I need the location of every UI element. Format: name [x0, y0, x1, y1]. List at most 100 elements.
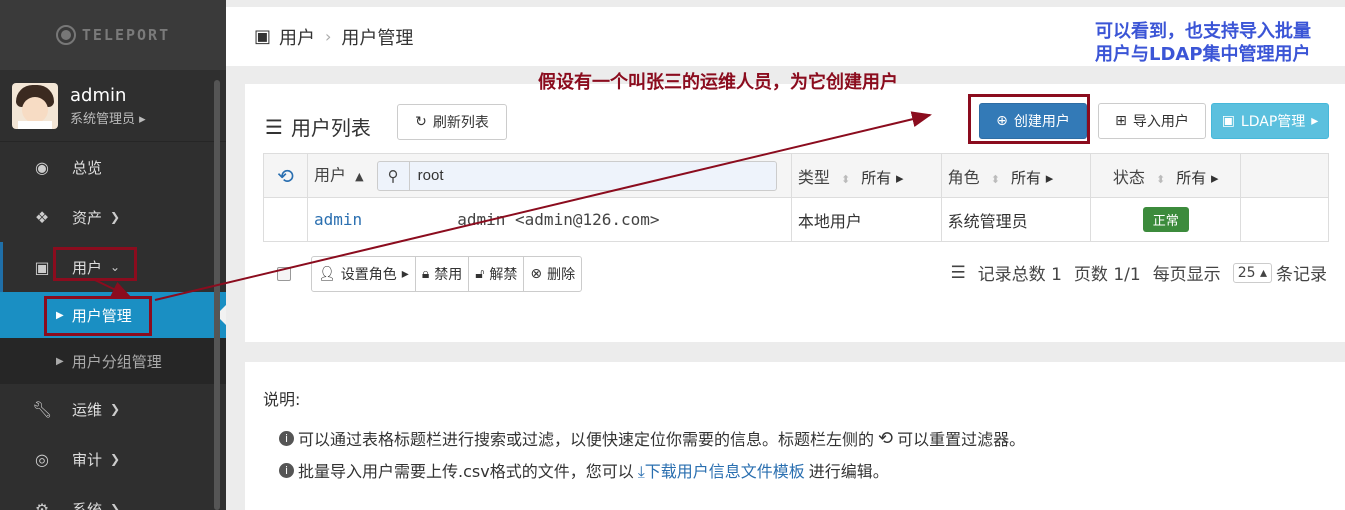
help-title: 说明: [263, 390, 301, 409]
info-icon: i [279, 430, 294, 446]
annotation-import-ldap: 可以看到，也支持导入批量用户与LDAP集中管理用户 [1095, 21, 1311, 65]
column-status: 状态 ⬍ 所有 ▸ [1090, 153, 1242, 198]
breadcrumb-separator: › [325, 27, 332, 46]
column-status-label[interactable]: 状态 [1113, 168, 1145, 187]
gear-icon: ⚙ [34, 499, 50, 510]
plus-square-icon: ⊞ [1115, 113, 1127, 129]
user-search-box: ⚲ [376, 160, 777, 191]
address-card-icon: ▣ [34, 257, 50, 277]
set-role-button[interactable]: 👤︎ 设置角色 ▸ [312, 257, 416, 291]
table-header-row: ⟲ 用户 ▲ ⚲ 类型 ⬍ 所有 ▸ 角色 ⬍ 所有 ▸ [263, 153, 1329, 198]
batch-button-group: 👤︎ 设置角色 ▸ 🔒︎ 禁用 🔓︎ 解禁 ⊗ 删除 [311, 256, 583, 292]
status-cell: 正常 [1090, 197, 1242, 242]
unlock-icon: 🔓︎ [475, 266, 485, 282]
role-cell: 系统管理员 [940, 197, 1092, 242]
user-profile[interactable]: admin 系统管理员 ▸ [0, 70, 226, 142]
disable-button[interactable]: 🔒︎ 禁用 [416, 257, 470, 291]
avatar [12, 82, 58, 129]
column-role: 角色 ⬍ 所有 ▸ [940, 153, 1092, 198]
sort-up-icon[interactable]: ▲ [355, 170, 363, 183]
type-cell: 本地用户 [790, 197, 942, 242]
refresh-icon: ↻ [415, 114, 427, 130]
highlight-users-menu [53, 247, 137, 281]
highlight-create-user [968, 94, 1090, 144]
column-user-label[interactable]: 用户 [314, 165, 346, 184]
sidebar-subitem-user-group[interactable]: ▶ 用户分组管理 [0, 338, 226, 384]
wrench-icon: 🔧︎ [32, 399, 53, 419]
row-actions-cell [1240, 197, 1329, 242]
logo-icon [55, 25, 76, 45]
list-icon: ☰ [950, 262, 966, 283]
select-all-checkbox[interactable] [277, 267, 291, 281]
info-icon: i [279, 462, 294, 478]
times-circle-icon: ⊗ [530, 266, 543, 282]
caret-right-icon: ▶ [56, 355, 64, 367]
help-line-2: i 批量导入用户需要上传.csv格式的文件，您可以 ⤓下载用户信息文件模板 进行… [279, 458, 889, 482]
reset-filter-icon: ⟲ [878, 427, 894, 449]
import-user-button[interactable]: ⊞ 导入用户 [1098, 103, 1206, 139]
column-user: 用户 ▲ ⚲ [306, 153, 792, 198]
pagination: ☰ 记录总数 1 页数 1/1 每页显示 25 ▴ 条记录 [950, 260, 1327, 285]
address-book-icon: ▣ [1221, 113, 1235, 129]
row-checkbox-cell [263, 197, 308, 242]
sort-icon[interactable]: ⬍ [1156, 173, 1165, 186]
ldap-manage-button[interactable]: ▣ LDAP管理 ▸ [1211, 103, 1329, 139]
sidebar-item-system[interactable]: ⚙ 系统 ❯ [0, 484, 226, 510]
type-filter-dropdown[interactable]: 所有 ▸ [861, 169, 903, 187]
profile-role[interactable]: 系统管理员 ▸ [70, 108, 146, 127]
refresh-list-button[interactable]: ↻ 刷新列表 [397, 104, 507, 140]
sidebar-item-ops[interactable]: 🔧︎ 运维 ❯ [0, 384, 226, 434]
user-cell: admin admin <admin@126.com> [306, 197, 792, 242]
table-row: admin admin <admin@126.com> 本地用户 系统管理员 正… [263, 197, 1329, 242]
user-icon: 👤︎ [318, 266, 336, 282]
per-page-label: 每页显示 [1152, 265, 1221, 285]
sidebar-item-dashboard[interactable]: ◉ 总览 [0, 142, 226, 192]
chevron-right-icon: ❯ [110, 210, 121, 224]
sort-icon[interactable]: ⬍ [841, 173, 850, 186]
username-link[interactable]: admin [314, 210, 362, 229]
unlock-button[interactable]: 🔓︎ 解禁 [469, 257, 525, 291]
per-page-unit: 条记录 [1276, 265, 1327, 285]
page-count: 页数 1/1 [1073, 265, 1141, 285]
status-filter-dropdown[interactable]: 所有 ▸ [1176, 169, 1218, 187]
total-records: 记录总数 1 [977, 265, 1062, 285]
reset-filter-icon[interactable]: ⟲ [263, 153, 308, 198]
eye-icon: ◎ [35, 449, 49, 469]
sidebar-item-audit[interactable]: ◎ 审计 ❯ [0, 434, 226, 484]
refresh-list-label: 刷新列表 [432, 115, 489, 131]
highlight-user-manage [44, 296, 152, 336]
address-card-icon: ▣ [254, 26, 272, 47]
column-role-label[interactable]: 角色 [948, 168, 980, 187]
profile-name: admin [70, 84, 127, 106]
search-input[interactable] [409, 161, 776, 190]
breadcrumb-current: 用户管理 [341, 27, 414, 49]
sidebar-scrollbar[interactable] [214, 80, 220, 510]
sidebar-item-label: 系统 [72, 500, 103, 510]
sidebar-item-label: 资产 [72, 208, 103, 227]
cubes-icon: ❖ [34, 207, 50, 227]
user-list-panel: ☰ 用户列表 ↻ 刷新列表 ⊕ 创建用户 ⊞ 导入用户 ▣ LDAP管理 ▸ ⟲… [245, 84, 1345, 342]
sort-icon[interactable]: ⬍ [991, 173, 1000, 186]
batch-actions: 👤︎ 设置角色 ▸ 🔒︎ 禁用 🔓︎ 解禁 ⊗ 删除 [277, 256, 583, 292]
ldap-manage-label: LDAP管理 [1240, 114, 1306, 130]
per-page-select[interactable]: 25 ▴ [1232, 262, 1272, 283]
delete-button[interactable]: ⊗ 删除 [524, 257, 581, 291]
help-line-1: i 可以通过表格标题栏进行搜索或过滤，以便快速定位你需要的信息。标题栏左侧的 ⟲… [279, 426, 1025, 450]
caret-right-icon: ▸ [401, 266, 409, 282]
caret-right-icon: ▸ [1311, 113, 1319, 129]
sidebar-item-label: 审计 [72, 450, 103, 469]
logo-text: TELEPORT [81, 26, 171, 44]
page-title-text: 用户列表 [290, 116, 371, 140]
logo: TELEPORT [0, 0, 226, 70]
chevron-right-icon: ❯ [110, 452, 121, 466]
column-type: 类型 ⬍ 所有 ▸ [790, 153, 942, 198]
sidebar-item-label: 总览 [72, 158, 103, 177]
role-filter-dropdown[interactable]: 所有 ▸ [1011, 169, 1053, 187]
download-template-link[interactable]: ⤓下载用户信息文件模板 [638, 458, 805, 482]
sidebar-item-assets[interactable]: ❖ 资产 ❯ [0, 192, 226, 242]
dashboard-icon: ◉ [35, 157, 49, 177]
column-type-label[interactable]: 类型 [798, 168, 830, 187]
breadcrumb-root[interactable]: 用户 [279, 24, 315, 50]
list-icon: ☰ [265, 114, 283, 139]
chevron-right-icon: ❯ [110, 402, 121, 416]
